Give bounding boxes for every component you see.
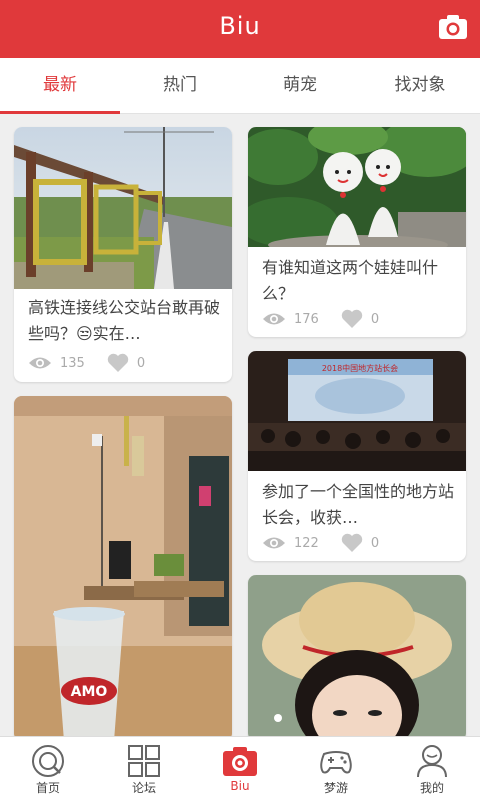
bottom-nav: 首页 论坛 Biu 梦游 我的: [0, 736, 480, 800]
feed-card[interactable]: [248, 575, 466, 741]
tab-latest[interactable]: 最新: [0, 58, 120, 114]
tab-pets[interactable]: 萌宠: [240, 58, 360, 113]
feed-card[interactable]: 有谁知道这两个娃娃叫什么？ 176 0: [248, 127, 466, 337]
feed-card[interactable]: 2018中国地方站长会 参加了一个全国性的地方站长会，收获… 122 0: [248, 351, 466, 561]
post-photo: [14, 127, 232, 289]
nav-label: 我的: [419, 781, 444, 795]
nav-label: 首页: [35, 781, 60, 795]
like-count: 0: [136, 355, 146, 371]
like-count: 0: [370, 535, 380, 551]
eye-icon: [263, 537, 285, 549]
home-icon: [32, 745, 64, 777]
nav-label: Biu: [230, 779, 250, 793]
view-count: 122: [294, 535, 319, 551]
post-caption: 有谁知道这两个娃娃叫什么？: [262, 258, 439, 303]
user-icon: [417, 745, 447, 778]
tab-hot[interactable]: 热门: [120, 58, 240, 113]
heart-icon[interactable]: [341, 533, 363, 553]
app-header: Biu: [0, 0, 480, 58]
feed-card[interactable]: 高铁连接线公交站台敢再破些吗？😒实在… 135 0: [14, 127, 232, 382]
nav-home[interactable]: 首页: [0, 737, 96, 800]
gamepad-icon: [320, 751, 352, 774]
feed-card[interactable]: AMO: [14, 396, 232, 741]
app-title: Biu: [219, 12, 261, 40]
svg-text:AMO: AMO: [71, 684, 108, 700]
post-photo: [248, 575, 466, 741]
nav-games[interactable]: 梦游: [288, 737, 384, 800]
post-photo: 2018中国地方站长会: [248, 351, 466, 471]
nav-profile[interactable]: 我的: [384, 737, 480, 800]
post-photo: [248, 127, 466, 247]
nav-label: 梦游: [323, 781, 348, 795]
view-count: 135: [60, 355, 85, 371]
camera-icon: [223, 747, 257, 776]
post-stats: 135 0: [28, 352, 167, 374]
post-photo: AMO: [14, 396, 232, 741]
eye-icon: [29, 357, 51, 369]
nav-biu[interactable]: Biu: [192, 737, 288, 800]
nav-label: 论坛: [131, 781, 156, 795]
post-caption: 高铁连接线公交站台敢再破些吗？😒实在…: [28, 298, 221, 343]
post-stats: 122 0: [262, 532, 401, 554]
camera-icon[interactable]: [438, 14, 468, 40]
post-caption: 参加了一个全国性的地方站长会，收获…: [262, 482, 455, 527]
banner-text: 2018中国地方站长会: [322, 363, 398, 373]
view-count: 176: [294, 311, 319, 327]
like-count: 0: [370, 311, 380, 327]
category-tabs: 最新 热门 萌宠 找对象: [0, 58, 480, 114]
heart-icon[interactable]: [341, 309, 363, 329]
post-stats: 176 0: [262, 308, 401, 330]
tab-dating[interactable]: 找对象: [360, 58, 480, 113]
eye-icon: [263, 313, 285, 325]
grid-icon: [128, 745, 160, 777]
nav-forum[interactable]: 论坛: [96, 737, 192, 800]
heart-icon[interactable]: [107, 353, 129, 373]
